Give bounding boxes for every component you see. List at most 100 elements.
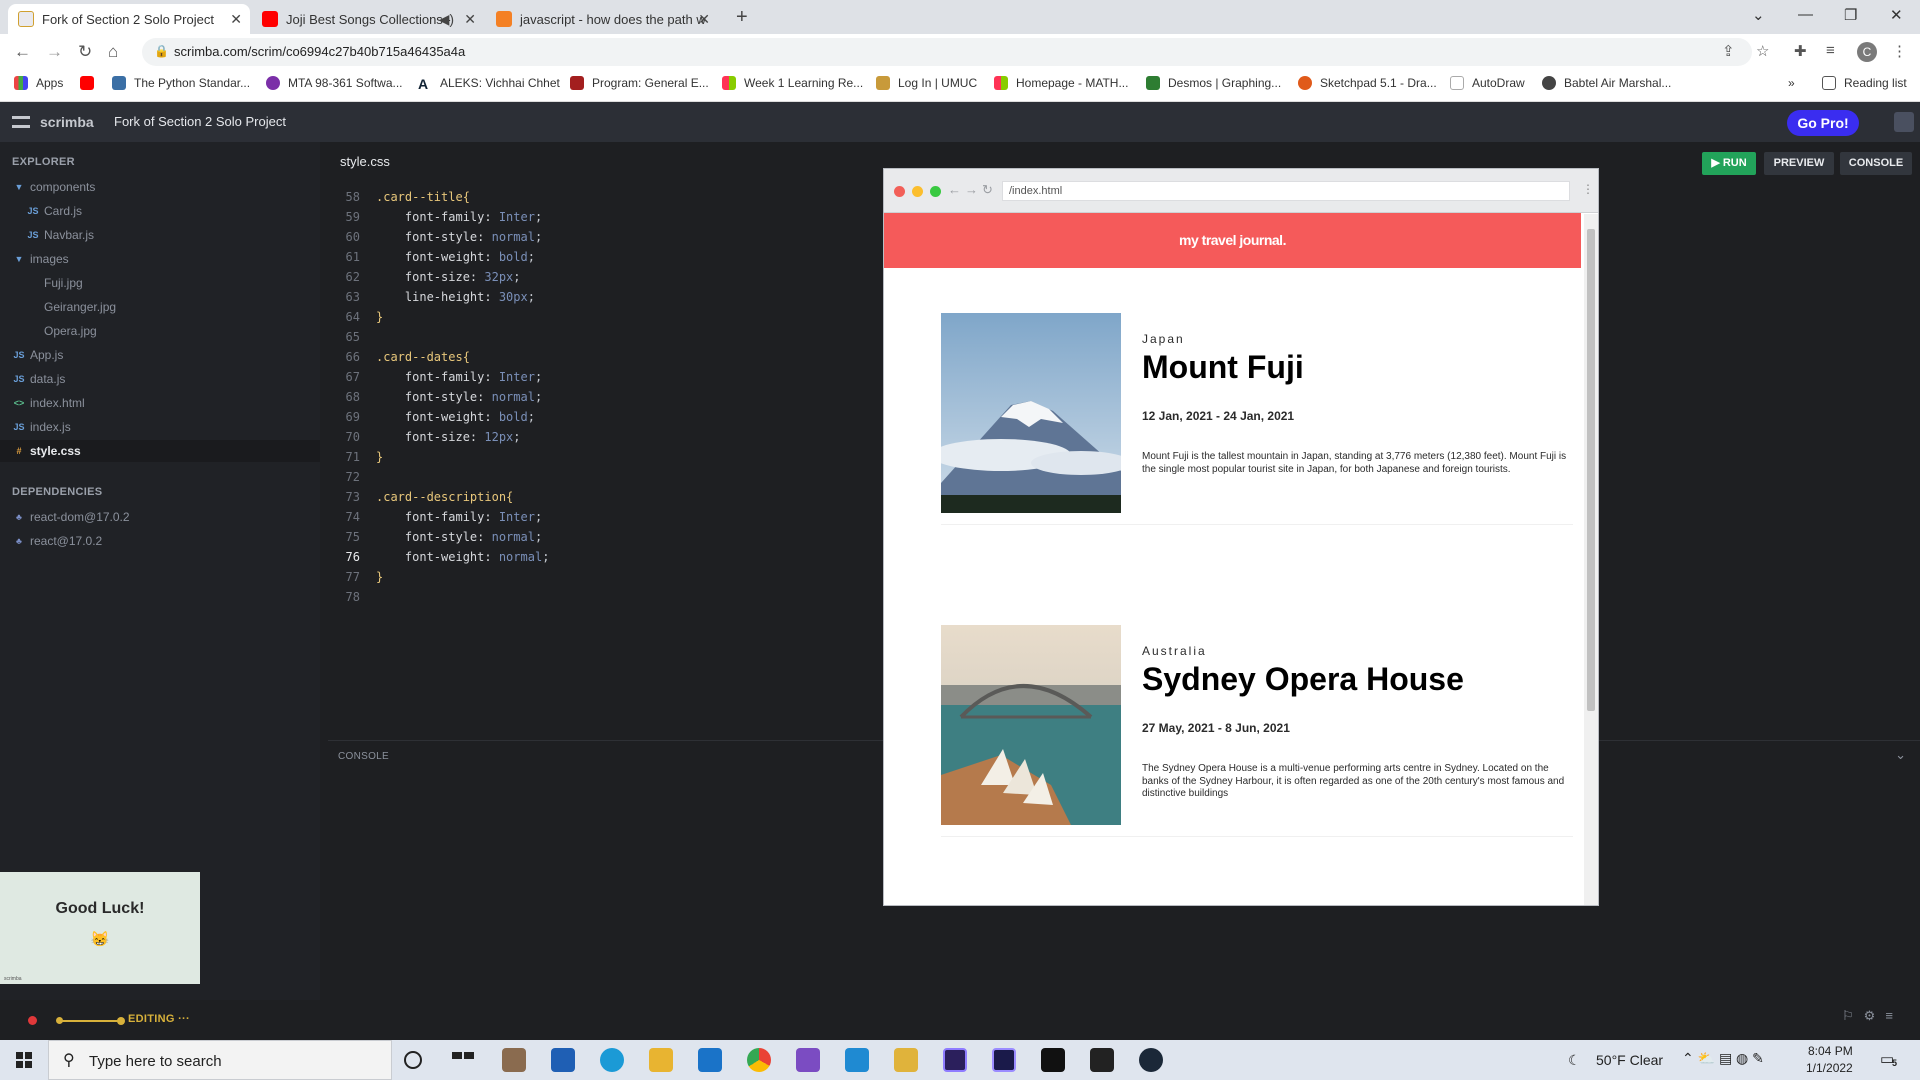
system-tray-icons[interactable]: ⌃ ⛅ ▤ ◍ ✎ — [1682, 1050, 1764, 1067]
forward-arrow-icon[interactable]: → — [46, 42, 63, 62]
vscode-icon[interactable] — [845, 1048, 869, 1072]
code-line[interactable]: 63 line-height: 30px; — [320, 290, 535, 310]
file-item[interactable]: Opera.jpg — [26, 320, 97, 342]
bookmark-star-icon[interactable]: ☆ — [1756, 42, 1769, 60]
console-button[interactable]: CONSOLE — [1840, 152, 1912, 175]
app-icon[interactable] — [894, 1048, 918, 1072]
kebab-menu-icon[interactable]: ⋮ — [1892, 42, 1907, 60]
close-icon[interactable]: ✕ — [464, 11, 476, 28]
folder-item[interactable]: ▼ components — [12, 176, 96, 198]
mute-icon[interactable]: ◀) — [439, 11, 454, 28]
unity-icon[interactable] — [1090, 1048, 1114, 1072]
code-line[interactable]: 70 font-size: 12px; — [320, 430, 521, 450]
scrimba-logo[interactable]: scrimba — [12, 114, 94, 130]
minimize-dot-icon[interactable] — [912, 186, 923, 197]
code-line[interactable]: 68 font-style: normal; — [320, 390, 543, 410]
preview-button[interactable]: PREVIEW — [1764, 152, 1834, 175]
bookmark-week1[interactable]: Week 1 Learning Re... — [722, 76, 863, 90]
bookmark-program[interactable]: Program: General E... — [570, 76, 709, 90]
tab-youtube[interactable]: Joji Best Songs Collections - ◀) ✕ — [252, 4, 484, 34]
code-line[interactable]: 60 font-style: normal; — [320, 230, 543, 250]
close-icon[interactable]: ✕ — [698, 11, 710, 28]
file-item[interactable]: <> index.html — [12, 392, 85, 414]
gear-icon[interactable]: ⚙ — [1864, 1008, 1886, 1023]
code-line[interactable]: 58 .card--title{ — [320, 190, 470, 210]
code-line[interactable]: 67 font-family: Inter; — [320, 370, 543, 390]
code-line[interactable]: 69 font-weight: bold; — [320, 410, 535, 430]
bookmark-apps[interactable]: Apps — [14, 76, 63, 90]
run-button[interactable]: ▶ RUN — [1702, 152, 1756, 175]
preview-scroll-thumb[interactable] — [1587, 229, 1595, 711]
code-line[interactable]: 75 font-style: normal; — [320, 530, 543, 550]
close-icon[interactable]: ✕ — [230, 11, 242, 28]
record-icon[interactable] — [28, 1016, 37, 1025]
new-tab-plus-icon[interactable]: + — [736, 6, 748, 29]
user-avatar[interactable] — [1894, 112, 1914, 132]
bookmark-aleks[interactable]: A ALEKS: Vichhai Chhet — [418, 76, 560, 92]
steam-icon[interactable] — [1139, 1048, 1163, 1072]
bookmark-sketchpad[interactable]: Sketchpad 5.1 - Dra... — [1298, 76, 1437, 90]
code-line[interactable]: 73 .card--description{ — [320, 490, 514, 510]
progress-start-handle[interactable] — [56, 1017, 63, 1024]
minimize-icon[interactable]: — — [1798, 6, 1813, 23]
bookmark-icon[interactable]: ⚐ — [1842, 1008, 1864, 1023]
clock-time[interactable]: 8:04 PM — [1808, 1044, 1853, 1058]
code-line[interactable]: 78 — [320, 590, 376, 610]
profile-avatar[interactable]: C — [1857, 42, 1877, 62]
code-line[interactable]: 61 font-weight: bold; — [320, 250, 535, 270]
reading-list[interactable]: Reading list — [1822, 76, 1907, 90]
file-item[interactable]: Geiranger.jpg — [26, 296, 116, 318]
preview-url-input[interactable]: /index.html — [1002, 181, 1570, 201]
share-icon[interactable]: ⇪ — [1722, 42, 1735, 60]
code-line[interactable]: 77} — [320, 570, 384, 590]
bookmark-python[interactable]: The Python Standar... — [112, 76, 250, 90]
url-input[interactable]: 🔒 scrimba.com/scrim/co6994c27b40b715a464… — [142, 38, 1752, 66]
app-icon[interactable] — [1041, 1048, 1065, 1072]
file-item[interactable]: # style.css — [0, 440, 320, 462]
task-view-icon[interactable] — [452, 1048, 476, 1072]
bookmark-youtube[interactable] — [80, 76, 102, 90]
progress-track[interactable] — [58, 1020, 120, 1022]
mail-icon[interactable] — [698, 1048, 722, 1072]
home-icon[interactable]: ⌂ — [108, 42, 118, 62]
after-effects-icon[interactable] — [992, 1048, 1016, 1072]
file-item[interactable]: JS Navbar.js — [26, 224, 94, 246]
close-dot-icon[interactable] — [894, 186, 905, 197]
tab-search-chevron-icon[interactable]: ⌄ — [1752, 6, 1765, 24]
code-line[interactable]: 74 font-family: Inter; — [320, 510, 543, 530]
file-item[interactable]: JS App.js — [12, 344, 63, 366]
tab-scrimba[interactable]: Fork of Section 2 Solo Project ✕ — [8, 4, 250, 34]
premiere-icon[interactable] — [943, 1048, 967, 1072]
extensions-puzzle-icon[interactable]: ✚ — [1794, 42, 1807, 60]
file-explorer-icon[interactable] — [649, 1048, 673, 1072]
chrome-icon[interactable] — [747, 1048, 771, 1072]
chevron-down-icon[interactable]: ⌄ — [1895, 747, 1906, 763]
window-close-icon[interactable]: ✕ — [1890, 6, 1903, 24]
folder-item[interactable]: ▼ images — [12, 248, 69, 270]
more-icon[interactable]: ··· — [178, 1013, 190, 1025]
clock-date[interactable]: 1/1/2022 — [1806, 1061, 1853, 1075]
go-pro-button[interactable]: Go Pro! — [1787, 110, 1859, 136]
code-line[interactable]: 65 — [320, 330, 376, 350]
dependency-item[interactable]: ♣ react@17.0.2 — [12, 530, 102, 552]
file-item[interactable]: Fuji.jpg — [26, 272, 83, 294]
code-line[interactable]: 66 .card--dates{ — [320, 350, 470, 370]
cortana-icon[interactable] — [404, 1051, 422, 1069]
code-line[interactable]: 72 — [320, 470, 376, 490]
edge-icon[interactable] — [600, 1048, 624, 1072]
kebab-menu-icon[interactable]: ⋮ — [1582, 182, 1594, 196]
bookmark-autodraw[interactable]: AutoDraw — [1450, 76, 1525, 90]
code-line[interactable]: 62 font-size: 32px; — [320, 270, 521, 290]
progress-handle[interactable] — [117, 1017, 125, 1025]
code-line[interactable]: 59 font-family: Inter; — [320, 210, 543, 230]
bookmark-mta[interactable]: MTA 98-361 Softwa... — [266, 76, 403, 90]
bookmark-babtel[interactable]: Babtel Air Marshal... — [1542, 76, 1671, 90]
back-arrow-icon[interactable]: ← — [14, 42, 31, 62]
visual-studio-icon[interactable] — [796, 1048, 820, 1072]
app-icon[interactable] — [551, 1048, 575, 1072]
weather-text[interactable]: 50°F Clear — [1596, 1052, 1663, 1068]
bookmark-desmos[interactable]: Desmos | Graphing... — [1146, 76, 1281, 90]
restore-icon[interactable]: ❐ — [1844, 6, 1857, 24]
bookmark-umuc[interactable]: Log In | UMUC — [876, 76, 977, 90]
code-line[interactable]: 71} — [320, 450, 384, 470]
